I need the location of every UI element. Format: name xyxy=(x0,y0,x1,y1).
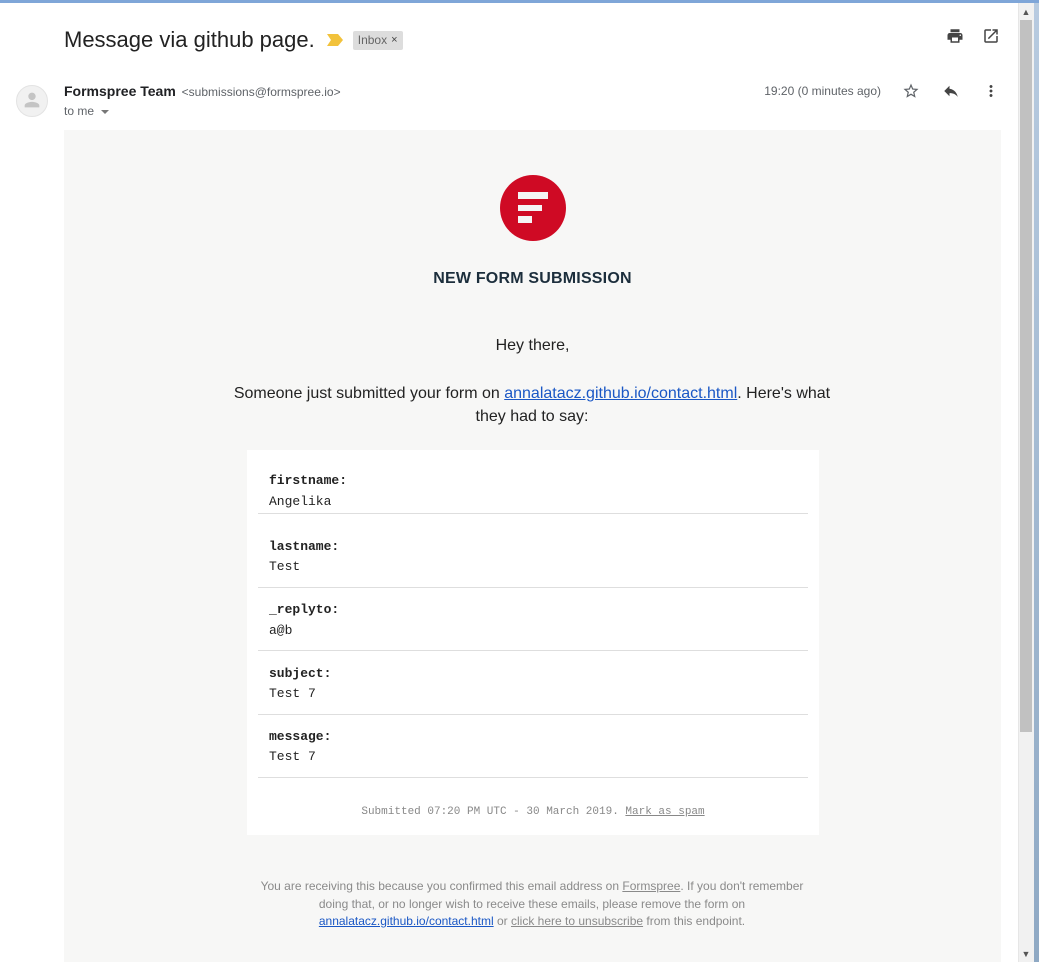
form-page-link[interactable]: annalatacz.github.io/contact.html xyxy=(504,385,737,402)
inbox-label-text: Inbox xyxy=(357,32,388,47)
message-actions xyxy=(902,82,1000,100)
footer-text-3: or xyxy=(493,914,511,928)
chevron-down-icon xyxy=(101,110,110,114)
field-value: Test xyxy=(269,559,301,574)
field-row: message: Test 7 xyxy=(258,715,808,778)
remove-label-icon[interactable]: × xyxy=(391,34,397,46)
reply-icon[interactable] xyxy=(942,82,960,100)
recipient-text: to me xyxy=(64,104,95,118)
sender-avatar[interactable] xyxy=(16,85,48,117)
greeting-text: Hey there, xyxy=(495,337,570,354)
footer-text-4: from this endpoint. xyxy=(643,914,746,928)
submitted-note: Submitted 07:20 PM UTC - 30 March 2019. … xyxy=(247,806,819,818)
scroll-down-arrow-icon[interactable]: ▼ xyxy=(1020,948,1032,960)
unsubscribe-link[interactable]: click here to unsubscribe xyxy=(511,914,643,928)
footer-text-1: You are receiving this because you confi… xyxy=(260,879,623,893)
logo-bar-middle xyxy=(518,205,542,211)
print-icon[interactable] xyxy=(946,27,964,45)
formspree-link[interactable]: Formspree xyxy=(622,879,680,893)
field-value: Angelika xyxy=(269,494,332,509)
logo-bar-bottom xyxy=(518,216,532,223)
email-footer: You are receiving this because you confi… xyxy=(252,878,812,931)
recipient-details-toggle[interactable]: to me xyxy=(64,104,110,118)
open-in-new-window-icon[interactable] xyxy=(982,27,1000,45)
scroll-up-arrow-icon[interactable]: ▲ xyxy=(1020,6,1032,18)
mark-as-spam-link[interactable]: Mark as spam xyxy=(625,806,704,818)
field-key: _replyto: xyxy=(269,602,340,617)
intro-text: Someone just submitted your form on anna… xyxy=(232,382,832,428)
email-timestamp: 19:20 (0 minutes ago) xyxy=(764,84,881,98)
field-row: lastname: Test xyxy=(258,524,808,588)
sender-name[interactable]: Formspree Team xyxy=(64,83,176,99)
inbox-label-chip[interactable]: Inbox × xyxy=(352,30,403,50)
star-icon[interactable] xyxy=(902,82,920,100)
email-view: Message via github page. Inbox × Formspr… xyxy=(0,3,1018,962)
field-key: firstname: xyxy=(269,473,348,488)
thread-actions xyxy=(946,27,1000,45)
field-value: Test 7 xyxy=(269,686,316,701)
importance-marker-icon[interactable] xyxy=(326,34,343,46)
formspree-logo xyxy=(500,175,566,241)
field-key: message: xyxy=(269,729,332,744)
sender-email: <submissions@formspree.io> xyxy=(181,85,341,99)
field-value: Test 7 xyxy=(269,749,316,764)
email-subject: Message via github page. xyxy=(64,27,315,52)
more-vert-icon[interactable] xyxy=(982,82,1000,100)
field-value: a@b xyxy=(269,623,293,638)
footer-form-link[interactable]: annalatacz.github.io/contact.html xyxy=(319,914,494,928)
field-row: firstname: Angelika xyxy=(258,450,808,514)
subject-row: Message via github page. Inbox × xyxy=(64,23,403,57)
person-icon xyxy=(24,92,40,108)
email-content: NEW FORM SUBMISSION Hey there, Someone j… xyxy=(64,130,1001,962)
submission-card: firstname: Angelika lastname: Test _repl… xyxy=(247,450,819,835)
sender-line: Formspree Team <submissions@formspree.io… xyxy=(64,83,341,99)
logo-bar-top xyxy=(518,192,548,199)
field-row: subject: Test 7 xyxy=(258,651,808,715)
intro-text-before: Someone just submitted your form on xyxy=(233,385,505,402)
submission-heading: NEW FORM SUBMISSION xyxy=(433,270,632,287)
field-key: lastname: xyxy=(269,539,340,554)
field-key: subject: xyxy=(269,666,332,681)
submitted-text: Submitted 07:20 PM UTC - 30 March 2019. xyxy=(361,806,626,818)
field-row: _replyto: a@b xyxy=(258,588,808,651)
scrollbar-thumb[interactable] xyxy=(1020,20,1032,732)
